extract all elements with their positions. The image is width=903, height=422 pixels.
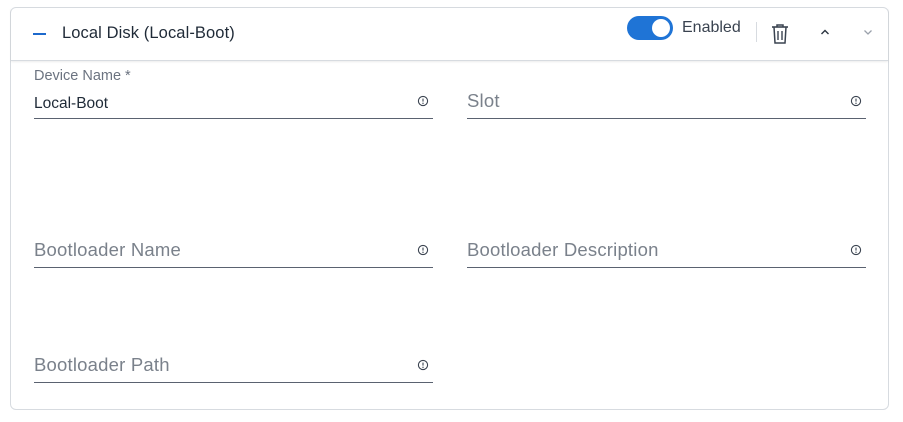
collapse-button[interactable] [33,24,47,44]
panel-header: Local Disk (Local-Boot) Enabled [11,8,888,61]
move-down-button[interactable] [860,24,876,40]
info-icon[interactable] [417,244,429,256]
bootloader-name-placeholder: Bootloader Name [34,239,181,260]
local-disk-panel: Local Disk (Local-Boot) Enabled Device N… [10,7,889,410]
toggle-label: Enabled [682,19,741,36]
info-icon[interactable] [850,95,862,107]
device-name-label: Device Name * [34,68,131,84]
bootloader-description-field[interactable]: Bootloader Description [467,227,866,268]
info-icon[interactable] [850,244,862,256]
header-divider [756,22,757,42]
slot-placeholder: Slot [467,90,500,111]
enabled-toggle[interactable] [627,16,673,40]
bootloader-path-placeholder: Bootloader Path [34,354,170,375]
bootloader-path-field[interactable]: Bootloader Path [34,342,433,383]
toggle-knob [652,19,670,37]
move-up-button[interactable] [817,24,833,40]
info-icon[interactable] [417,359,429,371]
delete-button[interactable] [771,23,789,45]
panel-title: Local Disk (Local-Boot) [62,24,235,42]
info-icon[interactable] [417,95,429,107]
device-name-value: Local-Boot [34,95,109,112]
chevron-up-icon [821,29,829,35]
device-name-field[interactable]: Device Name * Local-Boot [34,68,433,119]
bootloader-description-placeholder: Bootloader Description [467,239,659,260]
slot-field[interactable]: Slot [467,78,866,119]
chevron-down-icon [864,30,872,35]
bootloader-name-field[interactable]: Bootloader Name [34,227,433,268]
trash-icon [772,24,788,44]
